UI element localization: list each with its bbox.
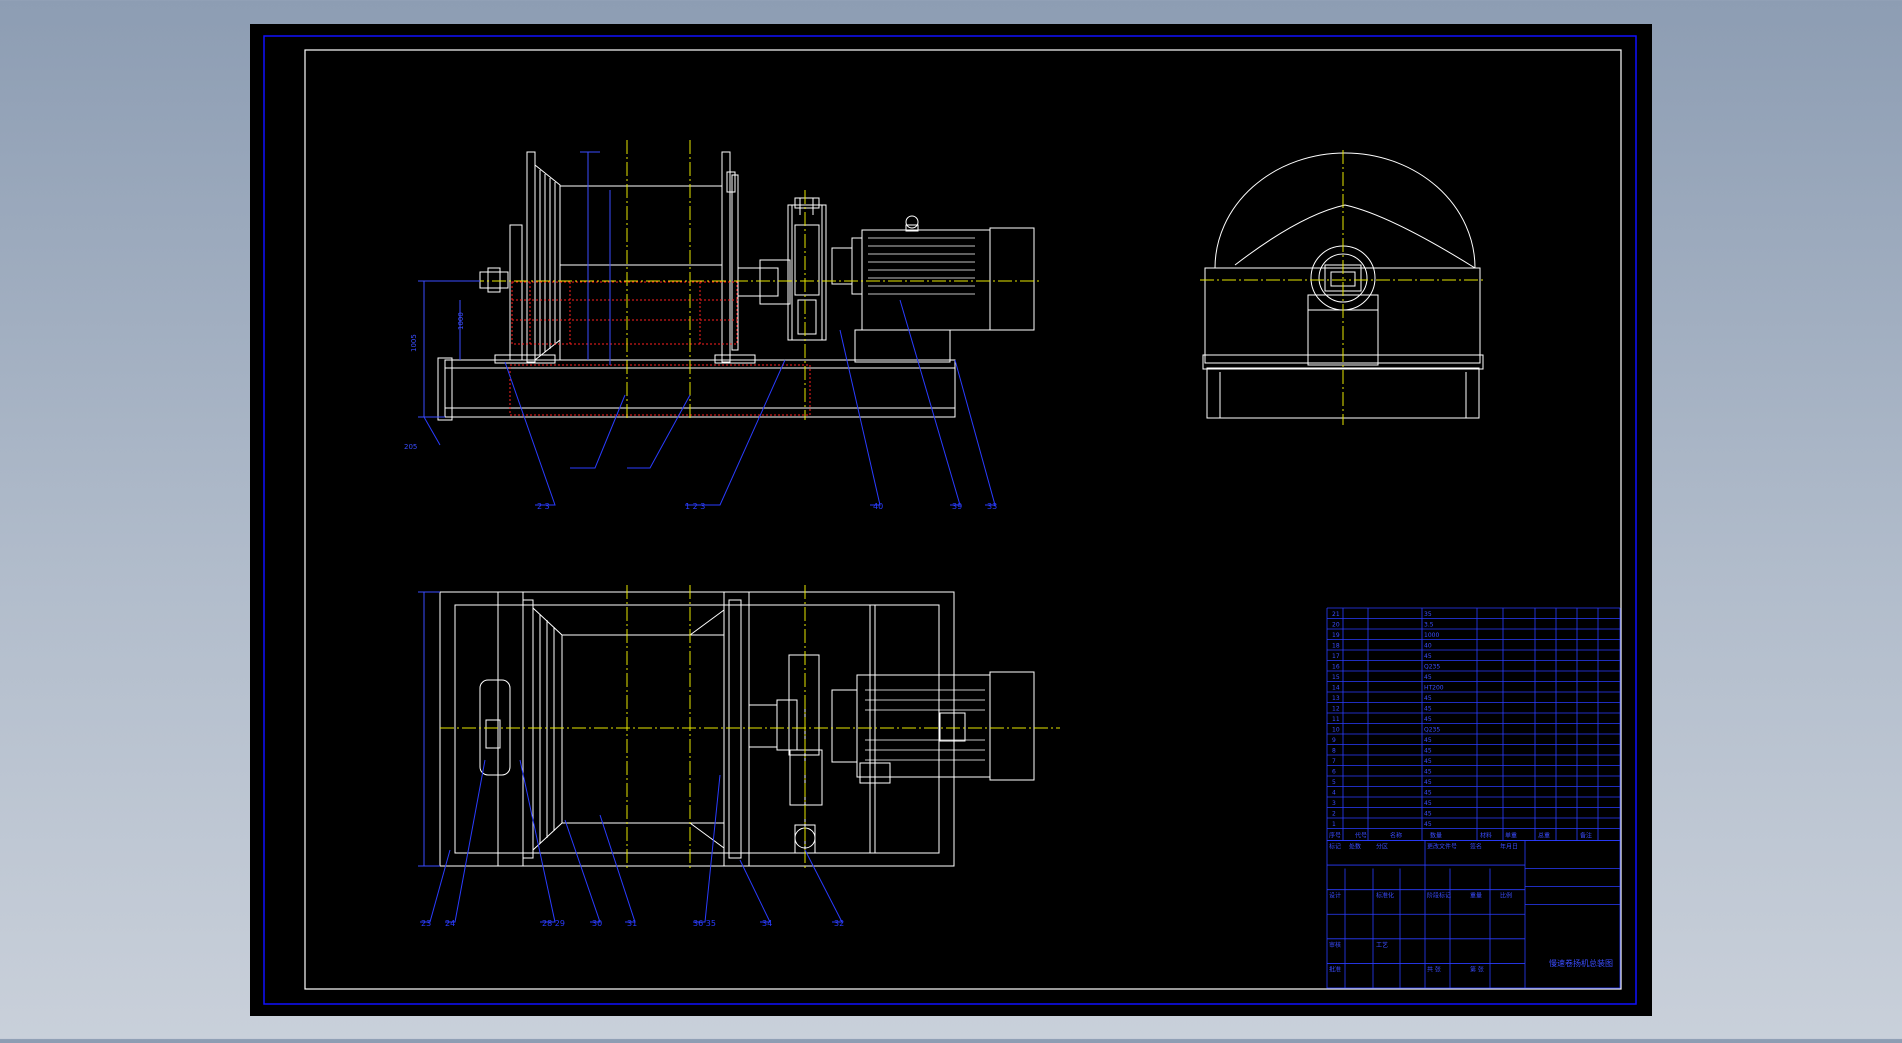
title-block-label: 审核 [1329, 941, 1341, 949]
callout-number: 36 35 [693, 919, 716, 928]
bom-index: 14 [1332, 685, 1340, 692]
title-block-label: 处数 [1349, 843, 1361, 851]
bom-index: 8 [1332, 748, 1336, 755]
title-block-label: 标记 [1329, 843, 1341, 851]
bom-index: 5 [1332, 779, 1336, 786]
bom-index: 21 [1332, 611, 1340, 618]
title-block-label: 更改文件号 [1427, 843, 1457, 851]
bom-cell: 45 [1424, 653, 1432, 660]
title-block-label: 工艺 [1376, 941, 1388, 949]
bom-cell: Q235 [1424, 727, 1440, 734]
bom-index: 13 [1332, 695, 1340, 702]
bom-index: 10 [1332, 727, 1340, 734]
title-block-label: 阶段标记 [1427, 892, 1451, 900]
bom-cell: HT200 [1424, 685, 1444, 692]
callout-number: 32 [834, 919, 844, 928]
dim-label: 1000 [457, 312, 465, 330]
bom-cell: 45 [1424, 769, 1432, 776]
title-block-label: 设计 [1329, 892, 1341, 900]
bom-cell: 40 [1424, 643, 1432, 650]
title-block-label: 第 张 [1470, 965, 1484, 973]
bom-index: 11 [1332, 716, 1340, 723]
bom-cell: 45 [1424, 758, 1432, 765]
bom-index: 16 [1332, 664, 1340, 671]
bom-cell: 45 [1424, 790, 1432, 797]
bom-header: 总重 [1538, 832, 1550, 840]
bom-index: 15 [1332, 674, 1340, 681]
bom-cell: 45 [1424, 706, 1432, 713]
bom-index: 18 [1332, 643, 1340, 650]
title-block-label: 签名 [1470, 843, 1482, 851]
title-block-label: 重量 [1470, 892, 1482, 900]
callout-number: 31 [627, 919, 637, 928]
bom-header: 备注 [1580, 832, 1592, 840]
title-block-label: 年月日 [1500, 843, 1518, 851]
callout-number: 23 [421, 919, 431, 928]
bom-index: 3 [1332, 800, 1336, 807]
bom-cell: Q235 [1424, 664, 1440, 671]
bom-cell: 35 [1424, 611, 1432, 618]
bom-header: 材料 [1480, 832, 1492, 840]
bom-index: 2 [1332, 811, 1336, 818]
bom-cell: 45 [1424, 695, 1432, 702]
bom-cell: 45 [1424, 737, 1432, 744]
bom-index: 9 [1332, 737, 1336, 744]
bom-index: 20 [1332, 622, 1340, 629]
bom-index: 19 [1332, 632, 1340, 639]
callout-number: 28 29 [542, 919, 565, 928]
title-block-label: 共 张 [1427, 965, 1441, 973]
bom-cell: 3.5 [1424, 622, 1434, 629]
bom-header: 数量 [1430, 832, 1442, 840]
drawing-canvas[interactable]: 205 1005 1000 2 3 1 2 3 40 39 33 23 24 2… [0, 0, 1902, 1039]
callout-number: 2 3 [537, 502, 550, 511]
bom-cell: 45 [1424, 674, 1432, 681]
bom-cell: 1000 [1424, 632, 1439, 639]
title-block-label: 标准化 [1376, 892, 1394, 900]
callout-number: 39 [952, 502, 962, 511]
bom-cell: 45 [1424, 800, 1432, 807]
bom-header: 代号 [1355, 832, 1367, 840]
callout-number: 24 [445, 919, 455, 928]
title-block-label: 批准 [1329, 965, 1341, 973]
dim-label: 205 [404, 443, 417, 451]
title-block-label: 比例 [1500, 892, 1512, 900]
bom-cell: 45 [1424, 811, 1432, 818]
bom-cell: 45 [1424, 748, 1432, 755]
bom-cell: 45 [1424, 821, 1432, 828]
bom-header: 单重 [1505, 832, 1517, 840]
drawing-sheet [250, 24, 1652, 1016]
bom-cell: 45 [1424, 716, 1432, 723]
callout-number: 34 [762, 919, 772, 928]
bom-index: 6 [1332, 769, 1336, 776]
drawing-name: 慢速卷扬机总装图 [1549, 958, 1613, 968]
callout-number: 30 [592, 919, 602, 928]
bom-header: 名称 [1390, 832, 1402, 840]
bom-header: 序号 [1329, 832, 1341, 840]
bom-index: 17 [1332, 653, 1340, 660]
callout-number: 1 2 3 [685, 502, 705, 511]
title-block-label: 分区 [1376, 843, 1388, 851]
bom-index: 1 [1332, 821, 1336, 828]
bom-index: 4 [1332, 790, 1336, 797]
bom-cell: 45 [1424, 779, 1432, 786]
bom-index: 12 [1332, 706, 1340, 713]
callout-number: 33 [987, 502, 997, 511]
dim-label: 1005 [410, 334, 418, 352]
callout-number: 40 [873, 502, 883, 511]
bom-index: 7 [1332, 758, 1336, 765]
cad-viewport[interactable]: 205 1005 1000 2 3 1 2 3 40 39 33 23 24 2… [0, 0, 1902, 1039]
